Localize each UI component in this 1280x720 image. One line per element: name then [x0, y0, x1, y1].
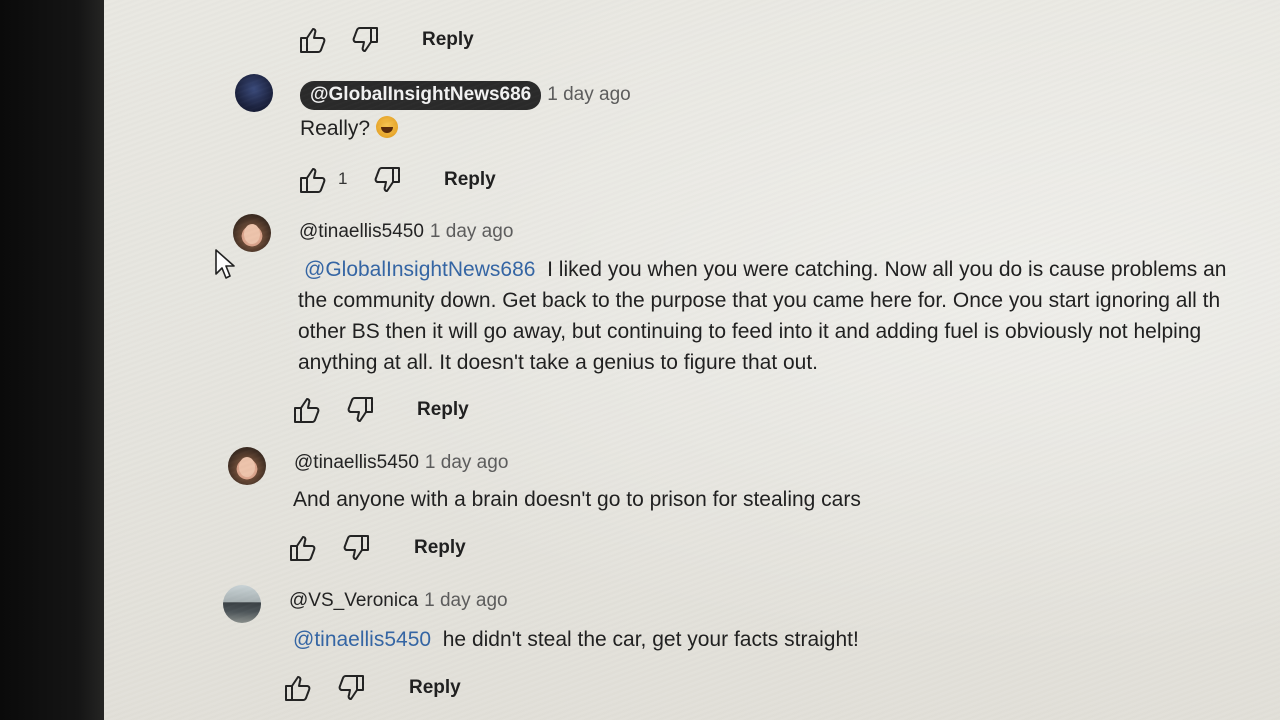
- thumbs-down-icon[interactable]: [350, 25, 380, 55]
- comment-line: the community down. Get back to the purp…: [298, 289, 1221, 312]
- comment-text: @GlobalInsightNews686 I liked you when y…: [298, 254, 1227, 378]
- comment-actions: Reply: [298, 25, 538, 55]
- comment-body: he didn't steal the car, get your facts …: [442, 628, 859, 651]
- thumbs-up-icon[interactable]: [298, 25, 328, 55]
- comment-body: Really?: [300, 117, 371, 140]
- comment-line: @GlobalInsightNews686 I liked you when y…: [298, 254, 1227, 285]
- reply-button[interactable]: Reply: [414, 537, 466, 559]
- comment-header: @GlobalInsightNews686 1 day ago: [300, 81, 631, 110]
- comment-text: @tinaellis5450 he didn't steal the car, …: [293, 624, 859, 655]
- comment-line: anything at all. It doesn't take a geniu…: [298, 351, 819, 374]
- comment-time[interactable]: 1 day ago: [425, 452, 508, 473]
- avatar[interactable]: [223, 585, 261, 623]
- comment-author[interactable]: @GlobalInsightNews686: [300, 81, 542, 110]
- mention-link[interactable]: @tinaellis5450: [293, 628, 431, 651]
- comment-time[interactable]: 1 day ago: [547, 84, 630, 105]
- thumbs-down-icon[interactable]: [345, 395, 375, 425]
- reply-button[interactable]: Reply: [417, 399, 469, 421]
- laughing-emoji-icon: [376, 116, 399, 138]
- thumbs-down-icon[interactable]: [341, 533, 371, 563]
- reply-button[interactable]: Reply: [422, 29, 474, 51]
- mention-link[interactable]: @GlobalInsightNews686: [304, 258, 535, 281]
- avatar[interactable]: [235, 74, 273, 112]
- reply-button[interactable]: Reply: [409, 677, 461, 699]
- comment-header: @VS_Veronica 1 day ago: [289, 590, 508, 612]
- monitor-bezel: [0, 0, 112, 720]
- comment-author[interactable]: @tinaellis5450: [294, 452, 419, 473]
- reply-button[interactable]: Reply: [444, 169, 496, 191]
- thumbs-up-icon[interactable]: [288, 533, 318, 563]
- comment-author[interactable]: @tinaellis5450: [299, 221, 424, 242]
- comment-time[interactable]: 1 day ago: [430, 221, 513, 242]
- thumbs-up-icon[interactable]: [283, 673, 313, 703]
- comment-actions: Reply: [292, 395, 552, 425]
- thumbs-down-icon[interactable]: [336, 673, 366, 703]
- thumbs-down-icon[interactable]: [372, 165, 402, 195]
- comment-time[interactable]: 1 day ago: [424, 590, 507, 611]
- comment-actions: Reply: [283, 673, 543, 703]
- comment-text: Really?: [300, 113, 399, 144]
- comment-line-text: I liked you when you were catching. Now …: [547, 258, 1227, 281]
- mouse-pointer-icon: [214, 248, 236, 282]
- comment-line: other BS then it will go away, but conti…: [298, 320, 1202, 343]
- comment-header: @tinaellis5450 1 day ago: [299, 221, 513, 243]
- avatar[interactable]: [228, 447, 266, 485]
- thumbs-up-icon[interactable]: [298, 165, 328, 195]
- like-count: 1: [338, 169, 348, 188]
- comments-panel: Reply @GlobalInsightNews686 1 day ago Rea…: [104, 0, 1280, 720]
- comment-author[interactable]: @VS_Veronica: [289, 590, 418, 611]
- comment-header: @tinaellis5450 1 day ago: [294, 452, 508, 474]
- comment-actions: 1 Reply: [298, 165, 558, 195]
- thumbs-up-icon[interactable]: [292, 395, 322, 425]
- avatar[interactable]: [233, 214, 271, 252]
- comment-text: And anyone with a brain doesn't go to pr…: [293, 488, 861, 511]
- comment-actions: Reply: [288, 533, 548, 563]
